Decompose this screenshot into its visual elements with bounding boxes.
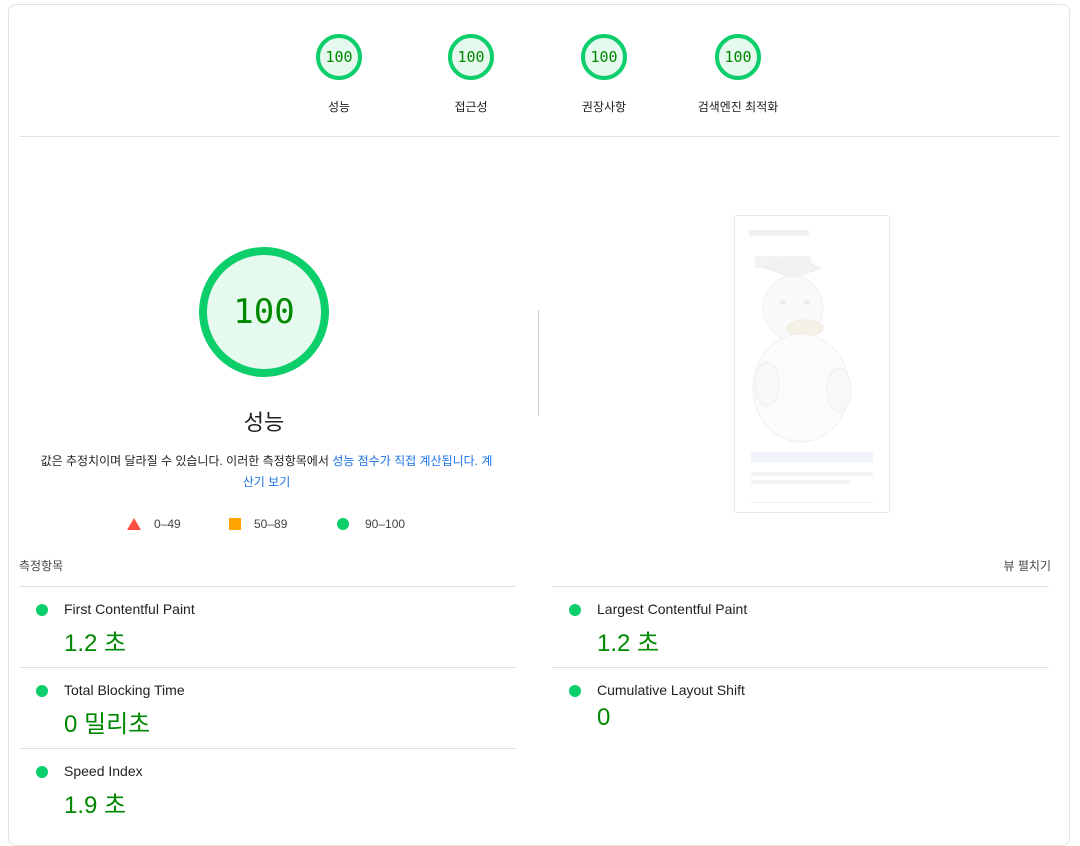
gauge-performance[interactable]: 100 성능 <box>279 34 399 115</box>
score-calculation-link[interactable]: 성능 점수가 직접 계산됩니다. <box>332 454 478 468</box>
triangle-icon <box>127 518 141 530</box>
gauge-divider <box>538 310 539 416</box>
gauge-best-practices[interactable]: 100 권장사항 <box>544 34 664 115</box>
legend-pass: 90–100 <box>337 517 405 531</box>
pass-circle-icon <box>569 685 581 697</box>
metric-title: Cumulative Layout Shift <box>597 682 745 698</box>
score-ring: 100 <box>316 34 362 80</box>
square-icon <box>229 518 241 530</box>
score-ring: 100 <box>448 34 494 80</box>
gauge-label: 성능 <box>327 100 351 114</box>
metric-title: Total Blocking Time <box>64 682 185 698</box>
metric-value: 0 밀리초 <box>64 711 151 738</box>
metric-lcp: Largest Contentful Paint 1.2 초 <box>552 586 1049 667</box>
report-container: 100 성능 100 접근성 100 권장사항 100 검색엔진 최적화 100… <box>8 4 1070 846</box>
metric-value: 0 <box>597 704 611 731</box>
metric-fcp: First Contentful Paint 1.2 초 <box>19 586 516 667</box>
description-text: 값은 추정치이며 달라질 수 있습니다. 이러한 측정항목에서 <box>40 454 333 468</box>
gauge-label: 검색엔진 최적화 <box>697 100 779 114</box>
pass-circle-icon <box>36 604 48 616</box>
page-screenshot-thumbnail[interactable] <box>734 215 890 513</box>
metric-value: 1.2 초 <box>64 630 127 657</box>
pass-circle-icon <box>36 766 48 778</box>
gauge-label: 권장사항 <box>581 100 627 114</box>
circle-icon <box>337 518 349 530</box>
metric-tbt: Total Blocking Time 0 밀리초 <box>19 667 516 748</box>
legend-fail: 0–49 <box>127 517 181 531</box>
category-gauges: 100 성능 100 접근성 100 권장사항 100 검색엔진 최적화 <box>9 5 1069 136</box>
metric-title: Speed Index <box>64 763 143 779</box>
pass-circle-icon <box>36 685 48 697</box>
metric-title: First Contentful Paint <box>64 601 195 617</box>
metric-speed-index: Speed Index 1.9 초 <box>19 748 516 829</box>
metric-value: 1.2 초 <box>597 630 660 657</box>
expand-view-toggle[interactable]: 뷰 펼치기 <box>1004 557 1052 574</box>
score-ring: 100 <box>715 34 761 80</box>
metric-title: Largest Contentful Paint <box>597 601 748 617</box>
legend-average: 50–89 <box>229 517 287 531</box>
pass-circle-icon <box>569 604 581 616</box>
header-divider <box>19 136 1059 137</box>
gauge-label: 접근성 <box>454 100 488 114</box>
gauge-accessibility[interactable]: 100 접근성 <box>411 34 531 115</box>
performance-title: 성능 <box>243 410 285 435</box>
metric-value: 1.9 초 <box>64 792 127 819</box>
metric-cls: Cumulative Layout Shift 0 <box>552 667 1049 748</box>
gauge-seo[interactable]: 100 검색엔진 최적화 <box>678 34 798 115</box>
score-ring: 100 <box>581 34 627 80</box>
duck-illustration-icon <box>749 230 873 503</box>
score-description: 값은 추정치이며 달라질 수 있습니다. 이러한 측정항목에서 성능 점수가 직… <box>39 451 494 493</box>
performance-score-gauge: 100 <box>199 247 329 377</box>
metrics-header: 측정항목 <box>19 559 64 573</box>
